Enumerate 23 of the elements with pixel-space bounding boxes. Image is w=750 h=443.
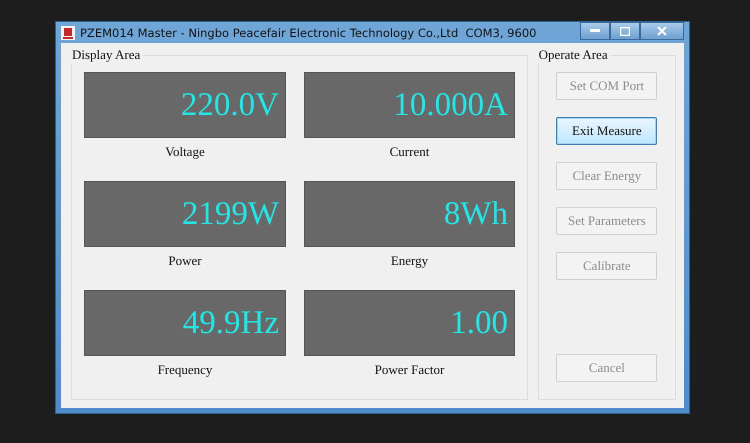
reading-label: Frequency: [158, 362, 212, 378]
action-button[interactable]: Exit Measure: [556, 117, 658, 145]
reading-display: 10.000A: [304, 72, 515, 138]
reading-display: 220.0V: [84, 72, 286, 138]
reading-display: 49.9Hz: [84, 290, 286, 356]
maximize-icon: [620, 26, 630, 36]
window-title: PZEM014 Master - Ningbo Peacefair Electronic Technology Co.,Ltd COM3, 9600: [80, 26, 538, 40]
close-icon: [657, 26, 667, 36]
reading-label: Power: [168, 253, 202, 269]
reading-label: Voltage: [165, 144, 205, 160]
close-button[interactable]: [640, 22, 684, 40]
reading-display: 1.00: [304, 290, 515, 356]
minimize-icon: [590, 29, 600, 33]
reading-label: Power Factor: [374, 362, 444, 378]
app-logo-icon: [61, 26, 75, 40]
reading-display: 8Wh: [304, 181, 515, 247]
maximize-button[interactable]: [610, 22, 640, 40]
group-title: Operate Area: [536, 47, 610, 63]
reading-label: Current: [390, 144, 430, 160]
group-title: Display Area: [70, 47, 142, 63]
reading-label: Energy: [390, 253, 428, 269]
reading-display: 2199W: [84, 181, 286, 247]
minimize-button[interactable]: [580, 22, 610, 40]
